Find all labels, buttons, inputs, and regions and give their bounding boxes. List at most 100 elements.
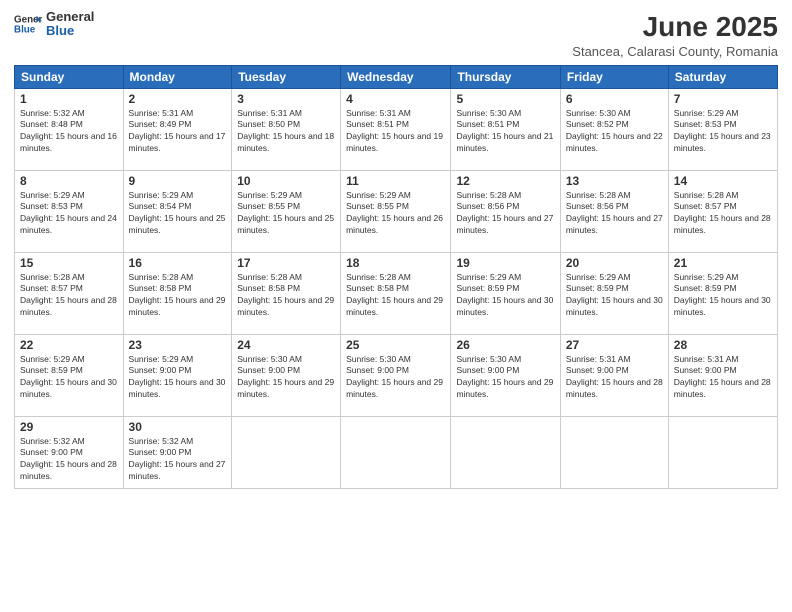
day-info: Sunrise: 5:29 AMSunset: 9:00 PMDaylight:… xyxy=(129,354,227,402)
calendar-cell xyxy=(451,416,560,488)
day-info: Sunrise: 5:29 AMSunset: 8:59 PMDaylight:… xyxy=(20,354,118,402)
calendar-cell: 9 Sunrise: 5:29 AMSunset: 8:54 PMDayligh… xyxy=(123,170,232,252)
day-number: 12 xyxy=(456,174,554,188)
day-number: 29 xyxy=(20,420,118,434)
day-info: Sunrise: 5:31 AMSunset: 8:51 PMDaylight:… xyxy=(346,108,445,156)
day-number: 24 xyxy=(237,338,335,352)
calendar-cell: 6 Sunrise: 5:30 AMSunset: 8:52 PMDayligh… xyxy=(560,88,668,170)
day-info: Sunrise: 5:28 AMSunset: 8:56 PMDaylight:… xyxy=(566,190,663,238)
calendar-cell: 7 Sunrise: 5:29 AMSunset: 8:53 PMDayligh… xyxy=(668,88,777,170)
day-info: Sunrise: 5:29 AMSunset: 8:54 PMDaylight:… xyxy=(129,190,227,238)
day-info: Sunrise: 5:28 AMSunset: 8:57 PMDaylight:… xyxy=(674,190,772,238)
day-number: 3 xyxy=(237,92,335,106)
day-info: Sunrise: 5:29 AMSunset: 8:59 PMDaylight:… xyxy=(456,272,554,320)
calendar-cell: 13 Sunrise: 5:28 AMSunset: 8:56 PMDaylig… xyxy=(560,170,668,252)
calendar-header-sunday: Sunday xyxy=(15,65,124,88)
calendar-cell: 11 Sunrise: 5:29 AMSunset: 8:55 PMDaylig… xyxy=(341,170,451,252)
calendar-cell: 24 Sunrise: 5:30 AMSunset: 9:00 PMDaylig… xyxy=(232,334,341,416)
calendar-cell: 18 Sunrise: 5:28 AMSunset: 8:58 PMDaylig… xyxy=(341,252,451,334)
day-number: 19 xyxy=(456,256,554,270)
day-info: Sunrise: 5:31 AMSunset: 9:00 PMDaylight:… xyxy=(566,354,663,402)
calendar-cell: 1 Sunrise: 5:32 AMSunset: 8:48 PMDayligh… xyxy=(15,88,124,170)
title-block: June 2025 Stancea, Calarasi County, Roma… xyxy=(572,10,778,59)
day-number: 11 xyxy=(346,174,445,188)
calendar-cell: 16 Sunrise: 5:28 AMSunset: 8:58 PMDaylig… xyxy=(123,252,232,334)
day-info: Sunrise: 5:30 AMSunset: 9:00 PMDaylight:… xyxy=(237,354,335,402)
calendar-cell: 25 Sunrise: 5:30 AMSunset: 9:00 PMDaylig… xyxy=(341,334,451,416)
day-number: 1 xyxy=(20,92,118,106)
svg-text:Blue: Blue xyxy=(14,25,36,36)
day-info: Sunrise: 5:30 AMSunset: 9:00 PMDaylight:… xyxy=(456,354,554,402)
calendar-cell: 12 Sunrise: 5:28 AMSunset: 8:56 PMDaylig… xyxy=(451,170,560,252)
day-info: Sunrise: 5:29 AMSunset: 8:55 PMDaylight:… xyxy=(237,190,335,238)
day-number: 5 xyxy=(456,92,554,106)
day-number: 28 xyxy=(674,338,772,352)
calendar-cell: 3 Sunrise: 5:31 AMSunset: 8:50 PMDayligh… xyxy=(232,88,341,170)
day-number: 23 xyxy=(129,338,227,352)
day-number: 14 xyxy=(674,174,772,188)
calendar-cell: 27 Sunrise: 5:31 AMSunset: 9:00 PMDaylig… xyxy=(560,334,668,416)
calendar-cell: 14 Sunrise: 5:28 AMSunset: 8:57 PMDaylig… xyxy=(668,170,777,252)
calendar-header-row: SundayMondayTuesdayWednesdayThursdayFrid… xyxy=(15,65,778,88)
day-info: Sunrise: 5:32 AMSunset: 9:00 PMDaylight:… xyxy=(129,436,227,484)
day-number: 10 xyxy=(237,174,335,188)
logo-blue: Blue xyxy=(46,24,94,38)
day-number: 8 xyxy=(20,174,118,188)
calendar-header-friday: Friday xyxy=(560,65,668,88)
day-number: 18 xyxy=(346,256,445,270)
day-info: Sunrise: 5:31 AMSunset: 9:00 PMDaylight:… xyxy=(674,354,772,402)
calendar-body: 1 Sunrise: 5:32 AMSunset: 8:48 PMDayligh… xyxy=(15,88,778,488)
day-info: Sunrise: 5:29 AMSunset: 8:53 PMDaylight:… xyxy=(674,108,772,156)
calendar-cell: 8 Sunrise: 5:29 AMSunset: 8:53 PMDayligh… xyxy=(15,170,124,252)
calendar-header-thursday: Thursday xyxy=(451,65,560,88)
day-number: 15 xyxy=(20,256,118,270)
day-number: 30 xyxy=(129,420,227,434)
calendar-cell xyxy=(341,416,451,488)
calendar-header-saturday: Saturday xyxy=(668,65,777,88)
calendar-week-4: 22 Sunrise: 5:29 AMSunset: 8:59 PMDaylig… xyxy=(15,334,778,416)
calendar-header-tuesday: Tuesday xyxy=(232,65,341,88)
calendar-header-monday: Monday xyxy=(123,65,232,88)
calendar-cell: 15 Sunrise: 5:28 AMSunset: 8:57 PMDaylig… xyxy=(15,252,124,334)
calendar-cell: 23 Sunrise: 5:29 AMSunset: 9:00 PMDaylig… xyxy=(123,334,232,416)
calendar-cell: 26 Sunrise: 5:30 AMSunset: 9:00 PMDaylig… xyxy=(451,334,560,416)
day-info: Sunrise: 5:28 AMSunset: 8:56 PMDaylight:… xyxy=(456,190,554,238)
day-number: 2 xyxy=(129,92,227,106)
calendar-header-wednesday: Wednesday xyxy=(341,65,451,88)
header: General Blue General Blue June 2025 Stan… xyxy=(14,10,778,59)
day-number: 17 xyxy=(237,256,335,270)
calendar-cell xyxy=(668,416,777,488)
day-number: 20 xyxy=(566,256,663,270)
day-number: 26 xyxy=(456,338,554,352)
day-number: 27 xyxy=(566,338,663,352)
day-info: Sunrise: 5:30 AMSunset: 8:52 PMDaylight:… xyxy=(566,108,663,156)
calendar-cell: 29 Sunrise: 5:32 AMSunset: 9:00 PMDaylig… xyxy=(15,416,124,488)
day-info: Sunrise: 5:29 AMSunset: 8:59 PMDaylight:… xyxy=(674,272,772,320)
calendar-week-1: 1 Sunrise: 5:32 AMSunset: 8:48 PMDayligh… xyxy=(15,88,778,170)
calendar-cell: 30 Sunrise: 5:32 AMSunset: 9:00 PMDaylig… xyxy=(123,416,232,488)
day-info: Sunrise: 5:28 AMSunset: 8:58 PMDaylight:… xyxy=(237,272,335,320)
sub-title: Stancea, Calarasi County, Romania xyxy=(572,44,778,59)
calendar-cell: 4 Sunrise: 5:31 AMSunset: 8:51 PMDayligh… xyxy=(341,88,451,170)
day-info: Sunrise: 5:32 AMSunset: 9:00 PMDaylight:… xyxy=(20,436,118,484)
day-info: Sunrise: 5:28 AMSunset: 8:57 PMDaylight:… xyxy=(20,272,118,320)
day-info: Sunrise: 5:28 AMSunset: 8:58 PMDaylight:… xyxy=(129,272,227,320)
calendar-cell: 22 Sunrise: 5:29 AMSunset: 8:59 PMDaylig… xyxy=(15,334,124,416)
day-info: Sunrise: 5:28 AMSunset: 8:58 PMDaylight:… xyxy=(346,272,445,320)
calendar-cell: 19 Sunrise: 5:29 AMSunset: 8:59 PMDaylig… xyxy=(451,252,560,334)
day-number: 9 xyxy=(129,174,227,188)
calendar-cell: 5 Sunrise: 5:30 AMSunset: 8:51 PMDayligh… xyxy=(451,88,560,170)
calendar-cell xyxy=(232,416,341,488)
day-number: 4 xyxy=(346,92,445,106)
day-number: 25 xyxy=(346,338,445,352)
calendar-cell: 28 Sunrise: 5:31 AMSunset: 9:00 PMDaylig… xyxy=(668,334,777,416)
calendar-cell: 10 Sunrise: 5:29 AMSunset: 8:55 PMDaylig… xyxy=(232,170,341,252)
calendar-cell: 20 Sunrise: 5:29 AMSunset: 8:59 PMDaylig… xyxy=(560,252,668,334)
logo: General Blue General Blue xyxy=(14,10,94,39)
day-number: 6 xyxy=(566,92,663,106)
day-number: 16 xyxy=(129,256,227,270)
day-info: Sunrise: 5:32 AMSunset: 8:48 PMDaylight:… xyxy=(20,108,118,156)
day-info: Sunrise: 5:29 AMSunset: 8:55 PMDaylight:… xyxy=(346,190,445,238)
calendar-cell: 21 Sunrise: 5:29 AMSunset: 8:59 PMDaylig… xyxy=(668,252,777,334)
calendar-cell: 17 Sunrise: 5:28 AMSunset: 8:58 PMDaylig… xyxy=(232,252,341,334)
